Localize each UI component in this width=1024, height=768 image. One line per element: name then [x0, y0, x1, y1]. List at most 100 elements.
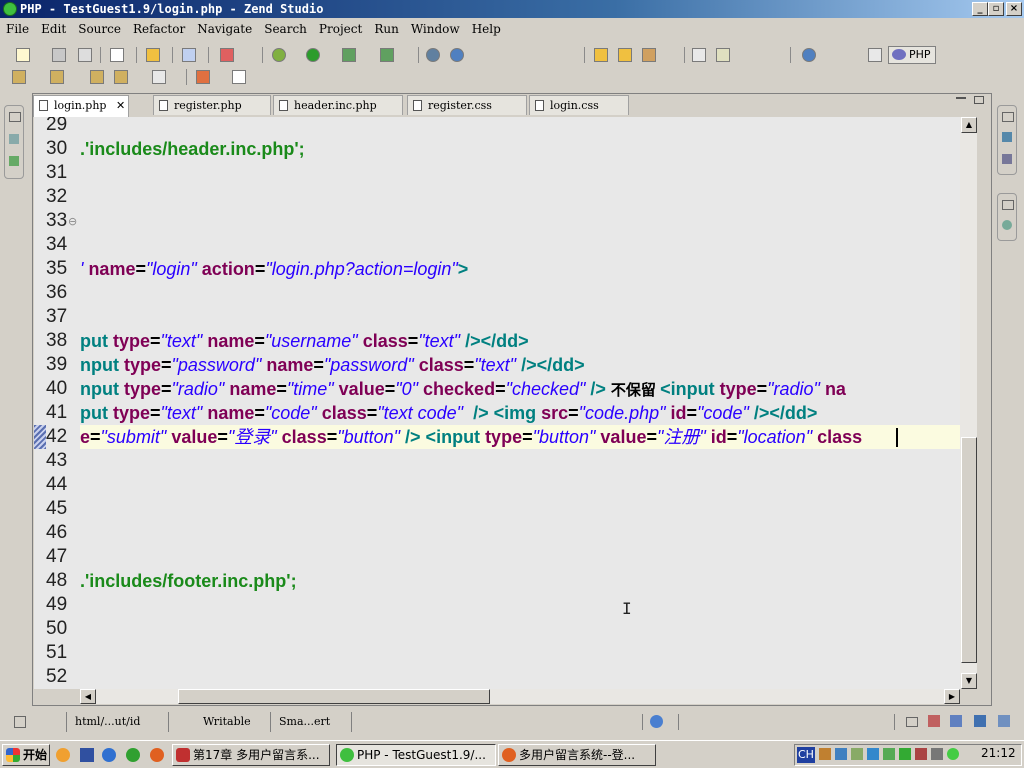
maximize-editor-icon[interactable]	[974, 96, 984, 104]
print-icon[interactable]	[78, 48, 92, 62]
tray-icon-3[interactable]	[851, 748, 863, 760]
right-minimized-views-bottom[interactable]	[997, 193, 1017, 241]
input-language[interactable]: CH	[797, 747, 815, 763]
last-edit-icon[interactable]	[90, 70, 104, 84]
tab-register-css[interactable]: register.css	[407, 95, 527, 115]
fast-view-icon[interactable]	[14, 716, 26, 728]
maximize-button[interactable]: ▫	[988, 2, 1004, 16]
perspective-php[interactable]: PHP	[888, 46, 936, 64]
search-icon[interactable]	[182, 48, 196, 62]
tab-login-php[interactable]: login.php ✕	[33, 95, 129, 117]
minimize-button[interactable]: _	[972, 2, 988, 16]
restore-icon[interactable]	[1002, 200, 1014, 210]
problems-icon[interactable]	[928, 715, 940, 727]
tray-icon-5[interactable]	[883, 748, 895, 760]
code-line-42[interactable]: e="submit" value="登录" class="button" /> …	[80, 425, 862, 449]
console-icon[interactable]	[1002, 220, 1012, 230]
code-line-35[interactable]: ' name="login" action="login.php?action=…	[80, 257, 468, 281]
tray-icon-1[interactable]	[819, 748, 831, 760]
menu-window[interactable]: Window	[405, 19, 466, 39]
folder-icon[interactable]	[618, 48, 632, 62]
task-firefox[interactable]: 多用户留言系统--登...	[498, 744, 656, 766]
menu-search[interactable]: Search	[258, 19, 313, 39]
right-minimized-views-top[interactable]	[997, 105, 1017, 175]
external-tools-icon[interactable]	[220, 48, 234, 62]
restore-icon[interactable]	[906, 717, 918, 727]
code-line-41[interactable]: put type="text" name="code" class="text …	[80, 401, 817, 425]
task-zend-studio[interactable]: PHP - TestGuest1.9/...	[336, 744, 496, 766]
toggle-mark-icon[interactable]	[692, 48, 706, 62]
highlight-icon[interactable]	[716, 48, 730, 62]
save-icon[interactable]	[52, 48, 66, 62]
scroll-right-button[interactable]: ▶	[944, 689, 960, 704]
ie-icon[interactable]	[102, 748, 116, 762]
tray-icon-4[interactable]	[867, 748, 879, 760]
update-icon[interactable]	[650, 715, 663, 728]
code-line-30[interactable]: .'includes/header.inc.php';	[80, 137, 305, 161]
outline-icon[interactable]	[1002, 132, 1012, 142]
globe-icon[interactable]	[450, 48, 464, 62]
run-icon[interactable]	[306, 48, 320, 62]
open-type-icon[interactable]	[110, 48, 124, 62]
left-minimized-views[interactable]	[4, 105, 24, 179]
network-icon[interactable]	[947, 748, 959, 760]
menu-refactor[interactable]: Refactor	[127, 19, 191, 39]
open-project-icon[interactable]	[594, 48, 608, 62]
pin-editor-icon[interactable]	[196, 70, 210, 84]
vertical-scroll-thumb[interactable]	[961, 437, 977, 663]
back-icon[interactable]	[114, 70, 128, 84]
code-line-38[interactable]: put type="text" name="username" class="t…	[80, 329, 529, 353]
profile-icon[interactable]	[380, 48, 394, 62]
restore-icon[interactable]	[9, 112, 21, 122]
code-line-39[interactable]: nput type="password" name="password" cla…	[80, 353, 585, 377]
forward-icon[interactable]	[152, 70, 166, 84]
tab-register-php[interactable]: register.php	[153, 95, 271, 115]
tray-icon-7[interactable]	[915, 748, 927, 760]
next-annotation-icon[interactable]	[12, 70, 26, 84]
media-icon[interactable]	[80, 748, 94, 762]
code-editor[interactable]: 29 30 31 32 33 34 35 36 37 38 39 40 41 42 43 44 45 46 47 48…	[34, 117, 960, 689]
menu-source[interactable]: Source	[72, 19, 127, 39]
run-config-icon[interactable]	[342, 48, 356, 62]
scroll-up-button[interactable]: ▲	[961, 117, 977, 133]
fold-marker-icon[interactable]: ⊖	[68, 215, 77, 228]
horizontal-scrollbar[interactable]: ◀ ▶	[80, 689, 960, 704]
browser-output-icon[interactable]	[998, 715, 1010, 727]
menu-help[interactable]: Help	[466, 19, 507, 39]
menu-navigate[interactable]: Navigate	[191, 19, 258, 39]
console-view-icon[interactable]	[974, 715, 986, 727]
blank-icon[interactable]	[232, 70, 246, 84]
menu-edit[interactable]: Edit	[35, 19, 72, 39]
browser-icon[interactable]	[802, 48, 816, 62]
debug-icon[interactable]	[272, 48, 286, 62]
close-tab-icon[interactable]: ✕	[116, 96, 125, 116]
volume-icon[interactable]	[931, 748, 943, 760]
restore-icon[interactable]	[1002, 112, 1014, 122]
new-file-icon[interactable]	[16, 48, 30, 62]
navigator-icon[interactable]	[9, 134, 19, 144]
firefox-icon[interactable]	[150, 748, 164, 762]
tray-icon-2[interactable]	[835, 748, 847, 760]
scroll-down-button[interactable]: ▼	[961, 673, 977, 689]
task-pdf[interactable]: 第17章 多用户留言系...	[172, 744, 330, 766]
open-folder-icon[interactable]	[146, 48, 160, 62]
qq-icon[interactable]	[56, 748, 70, 762]
code-line-40[interactable]: nput type="radio" name="time" value="0" …	[80, 377, 846, 401]
tab-login-css[interactable]: login.css	[529, 95, 629, 115]
refresh-icon[interactable]	[126, 748, 140, 762]
tab-header-inc-php[interactable]: header.inc.php	[273, 95, 403, 115]
vertical-scrollbar[interactable]: ▲ ▼	[960, 117, 977, 689]
horizontal-scroll-thumb[interactable]	[178, 689, 490, 704]
tasks-icon[interactable]	[950, 715, 962, 727]
code-line-48[interactable]: .'includes/footer.inc.php';	[80, 569, 297, 593]
scroll-left-button[interactable]: ◀	[80, 689, 96, 704]
previous-annotation-icon[interactable]	[50, 70, 64, 84]
web-icon[interactable]	[426, 48, 440, 62]
shield-icon[interactable]	[899, 748, 911, 760]
list-icon[interactable]	[1002, 154, 1012, 164]
close-button[interactable]: ×	[1006, 2, 1022, 16]
menu-run[interactable]: Run	[368, 19, 405, 39]
hierarchy-icon[interactable]	[9, 156, 19, 166]
minimize-editor-icon[interactable]	[956, 97, 966, 99]
start-button[interactable]: 开始	[2, 744, 50, 766]
